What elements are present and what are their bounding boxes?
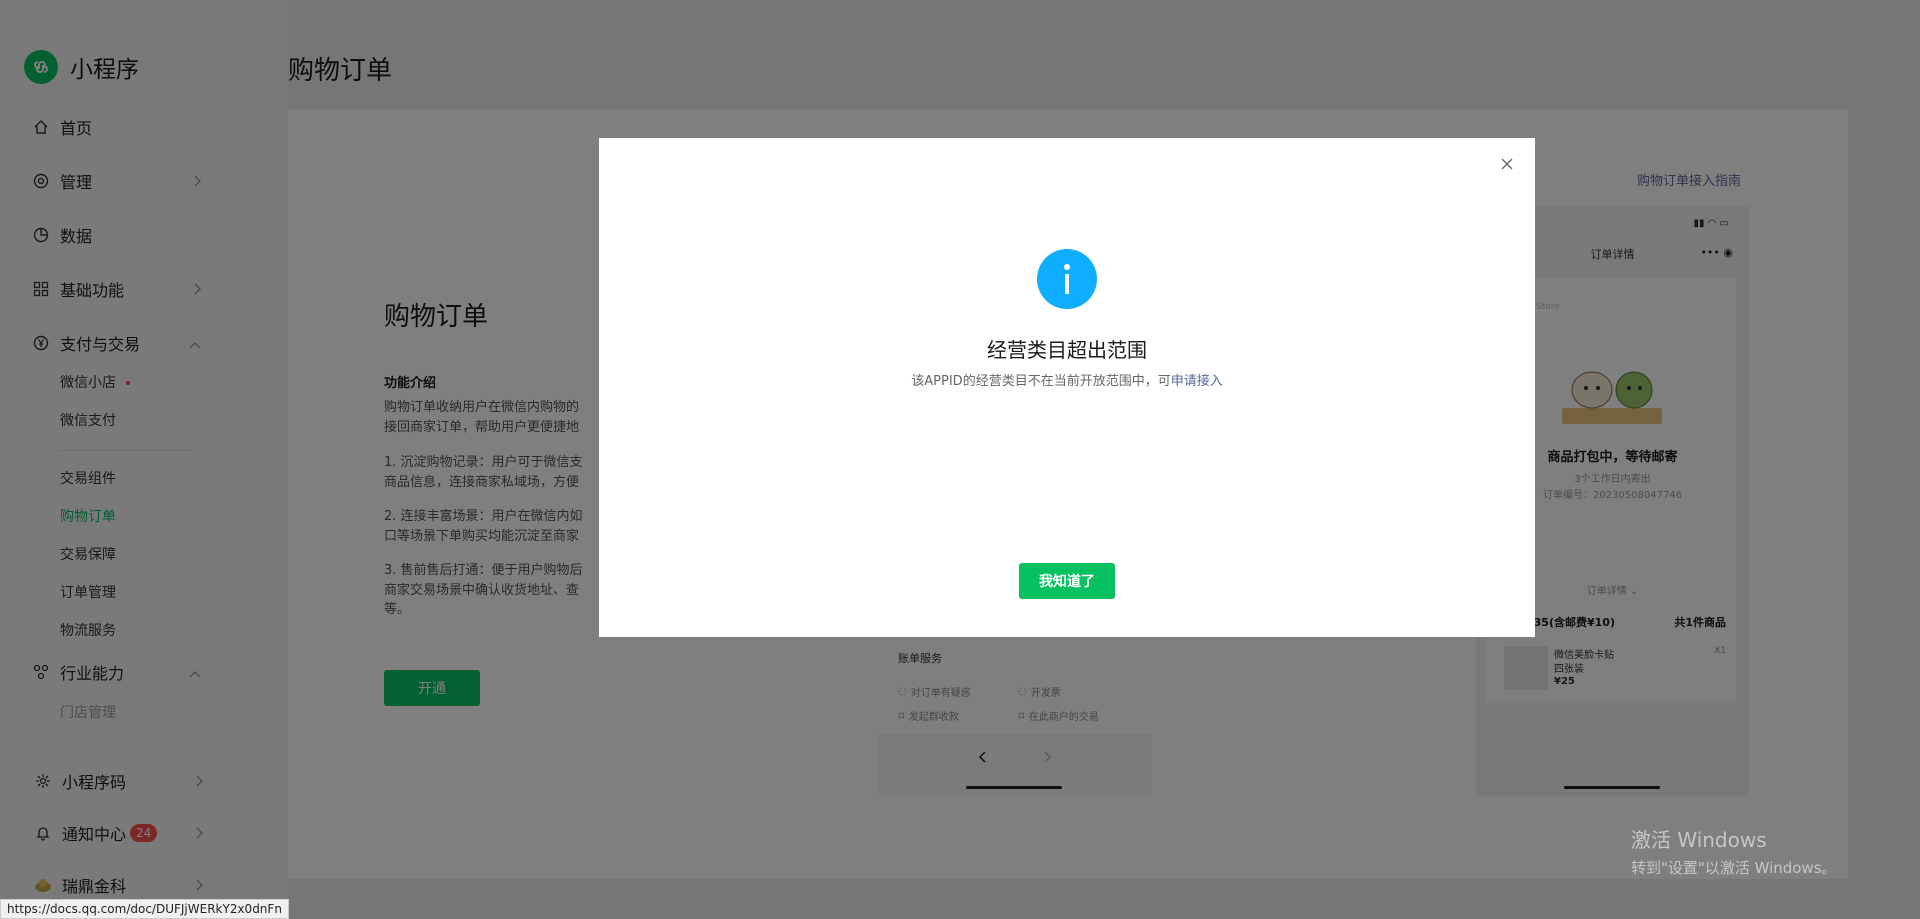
modal-description: 该APPID的经营类目不在当前开放范围中，可申请接入	[911, 374, 1223, 389]
info-icon	[1037, 249, 1097, 309]
close-icon[interactable]	[1497, 154, 1517, 174]
apply-access-link[interactable]: 申请接入	[1171, 374, 1223, 389]
status-bar-url: https://docs.qq.com/doc/DUFJjWERkY2x0dnF…	[0, 899, 289, 919]
acknowledge-button[interactable]: 我知道了	[1019, 563, 1115, 599]
windows-activation-watermark: 激活 Windows 转到"设置"以激活 Windows。	[1631, 828, 1837, 877]
modal-title: 经营类目超出范围	[987, 338, 1147, 362]
modal-dialog: 经营类目超出范围 该APPID的经营类目不在当前开放范围中，可申请接入 我知道了	[599, 138, 1535, 637]
